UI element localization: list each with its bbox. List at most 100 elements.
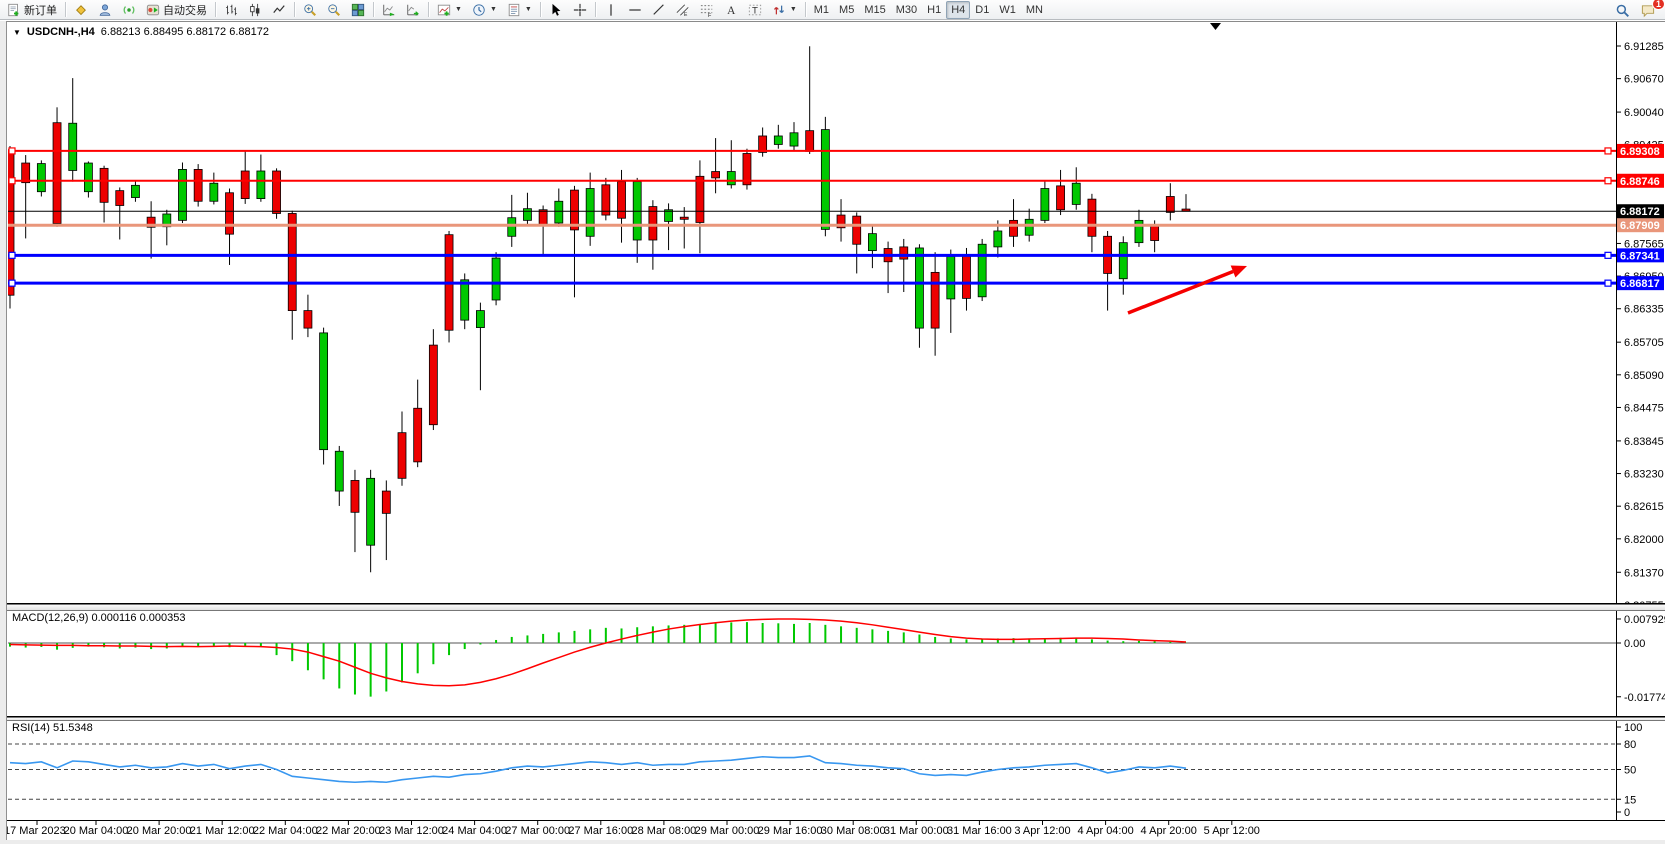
macd-panel[interactable] bbox=[8, 619, 1616, 697]
timeframe-button-mn[interactable]: MN bbox=[1021, 1, 1048, 19]
svg-text:15: 15 bbox=[1624, 794, 1636, 806]
svg-text:100: 100 bbox=[1624, 722, 1642, 734]
notification-badge: 1 bbox=[1652, 0, 1665, 10]
equidistant-channel-button[interactable]: E bbox=[671, 1, 695, 19]
cursor-button[interactable] bbox=[544, 1, 568, 19]
tile-windows-icon bbox=[351, 3, 365, 17]
zoom-in-button[interactable] bbox=[298, 1, 322, 19]
svg-text:6.88172: 6.88172 bbox=[1620, 206, 1660, 218]
label-icon: T bbox=[748, 3, 762, 17]
svg-text:E: E bbox=[684, 12, 688, 17]
window-bottom-edge bbox=[0, 840, 1665, 844]
bar-chart-button[interactable] bbox=[219, 1, 243, 19]
chevron-down-icon[interactable]: ▼ bbox=[490, 6, 497, 13]
svg-text:22 Mar 20:00: 22 Mar 20:00 bbox=[316, 825, 381, 837]
trendline-icon bbox=[652, 3, 666, 17]
annotation-arrow[interactable] bbox=[1128, 265, 1247, 313]
templates-button[interactable]: ▼ bbox=[502, 1, 537, 19]
svg-text:6.82615: 6.82615 bbox=[1624, 501, 1664, 513]
candle-chart-button[interactable] bbox=[243, 1, 267, 19]
toolbar-right-group: 1 bbox=[1610, 0, 1661, 20]
crosshair-button[interactable] bbox=[568, 1, 592, 19]
svg-text:20 Mar 20:00: 20 Mar 20:00 bbox=[127, 825, 192, 837]
svg-text:20 Mar 04:00: 20 Mar 04:00 bbox=[64, 825, 129, 837]
chart-profiles-button[interactable] bbox=[69, 1, 93, 19]
svg-text:24 Mar 04:00: 24 Mar 04:00 bbox=[442, 825, 507, 837]
macd-indicator-label: MACD(12,26,9) 0.000116 0.000353 bbox=[12, 612, 186, 624]
timeframe-button-m15[interactable]: M15 bbox=[859, 1, 890, 19]
svg-text:29 Mar 16:00: 29 Mar 16:00 bbox=[758, 825, 823, 837]
new-order-button[interactable]: 新订单 bbox=[2, 1, 62, 19]
zoom-out-icon bbox=[327, 3, 341, 17]
svg-text:21 Mar 12:00: 21 Mar 12:00 bbox=[190, 825, 255, 837]
toolbar-separator bbox=[595, 2, 596, 17]
chevron-down-icon[interactable]: ▼ bbox=[455, 6, 462, 13]
rsi-panel-splitter[interactable] bbox=[0, 717, 1665, 721]
price-scale[interactable]: 6.912856.906706.900406.894256.887956.881… bbox=[1616, 41, 1664, 612]
market-watch-button[interactable] bbox=[93, 1, 117, 19]
price-line-label: 6.87341 bbox=[1617, 248, 1664, 262]
search-icon bbox=[1615, 3, 1630, 18]
rsi-scale: 1008050150 bbox=[1616, 722, 1642, 819]
svg-text:6.81370: 6.81370 bbox=[1624, 567, 1664, 579]
svg-text:27 Mar 00:00: 27 Mar 00:00 bbox=[505, 825, 570, 837]
chart-shift-marker-icon[interactable] bbox=[1210, 23, 1221, 30]
chevron-down-icon[interactable]: ▼ bbox=[790, 6, 797, 13]
svg-text:F: F bbox=[708, 13, 712, 17]
zoom-out-button[interactable] bbox=[322, 1, 346, 19]
timeframe-button-h1[interactable]: H1 bbox=[922, 1, 946, 19]
svg-text:80: 80 bbox=[1624, 739, 1636, 751]
text-button[interactable]: A bbox=[719, 1, 743, 19]
notifications-button[interactable]: 1 bbox=[1635, 1, 1661, 19]
arrows-icon bbox=[772, 3, 786, 17]
price-line-label: 6.88172 bbox=[1617, 204, 1664, 218]
periods-button[interactable]: ▼ bbox=[467, 1, 502, 19]
signals-button[interactable] bbox=[117, 1, 141, 19]
tile-windows-button[interactable] bbox=[346, 1, 370, 19]
svg-text:0.00: 0.00 bbox=[1624, 638, 1645, 650]
chart-shift-button[interactable] bbox=[401, 1, 425, 19]
time-scale[interactable]: 17 Mar 202320 Mar 04:0020 Mar 20:0021 Ma… bbox=[4, 821, 1260, 837]
rsi-value: 51.5348 bbox=[53, 722, 93, 734]
price-line-label: 6.89308 bbox=[1617, 144, 1664, 158]
timeframe-button-h4[interactable]: H4 bbox=[946, 1, 970, 19]
candles[interactable] bbox=[6, 46, 1190, 572]
new-order-icon bbox=[7, 3, 21, 17]
rsi-panel[interactable] bbox=[8, 744, 1616, 799]
candle-chart-icon bbox=[248, 3, 262, 17]
collapse-triangle-icon[interactable]: ▼ bbox=[13, 28, 21, 37]
period-icon bbox=[472, 3, 486, 17]
vertical-line-button[interactable] bbox=[599, 1, 623, 19]
arrows-button[interactable]: ▼ bbox=[767, 1, 802, 19]
svg-text:6.87341: 6.87341 bbox=[1620, 250, 1660, 262]
toolbar-separator bbox=[373, 2, 374, 17]
svg-text:6.86335: 6.86335 bbox=[1624, 304, 1664, 316]
timeframe-button-m1[interactable]: M1 bbox=[809, 1, 834, 19]
timeframe-button-m5[interactable]: M5 bbox=[834, 1, 859, 19]
svg-text:5 Apr 12:00: 5 Apr 12:00 bbox=[1204, 825, 1260, 837]
trendline-button[interactable] bbox=[647, 1, 671, 19]
text-label-button[interactable]: T bbox=[743, 1, 767, 19]
macd-panel-splitter[interactable] bbox=[0, 604, 1665, 611]
timeframe-button-w1[interactable]: W1 bbox=[994, 1, 1021, 19]
chart-shift-icon bbox=[406, 3, 420, 17]
svg-text:6.89308: 6.89308 bbox=[1620, 146, 1660, 158]
auto-scroll-button[interactable] bbox=[377, 1, 401, 19]
signal-icon bbox=[122, 3, 136, 17]
toolbar-separator bbox=[294, 2, 295, 17]
horizontal-lines[interactable]: 6.879096.893086.887466.873416.868176.881… bbox=[8, 144, 1664, 290]
line-chart-button[interactable] bbox=[267, 1, 291, 19]
horizontal-line-button[interactable] bbox=[623, 1, 647, 19]
svg-text:50: 50 bbox=[1624, 765, 1636, 777]
autotrade-button[interactable]: 自动交易 bbox=[141, 1, 212, 19]
timeframe-button-m30[interactable]: M30 bbox=[891, 1, 922, 19]
svg-text:31 Mar 00:00: 31 Mar 00:00 bbox=[884, 825, 949, 837]
fibonacci-button[interactable]: F bbox=[695, 1, 719, 19]
price-line-label: 6.87909 bbox=[1617, 218, 1664, 232]
indicators-button[interactable]: ▼ bbox=[432, 1, 467, 19]
chevron-down-icon[interactable]: ▼ bbox=[525, 6, 532, 13]
svg-text:29 Mar 00:00: 29 Mar 00:00 bbox=[695, 825, 760, 837]
svg-text:6.90670: 6.90670 bbox=[1624, 74, 1664, 86]
search-button[interactable] bbox=[1610, 1, 1635, 19]
timeframe-button-d1[interactable]: D1 bbox=[970, 1, 994, 19]
